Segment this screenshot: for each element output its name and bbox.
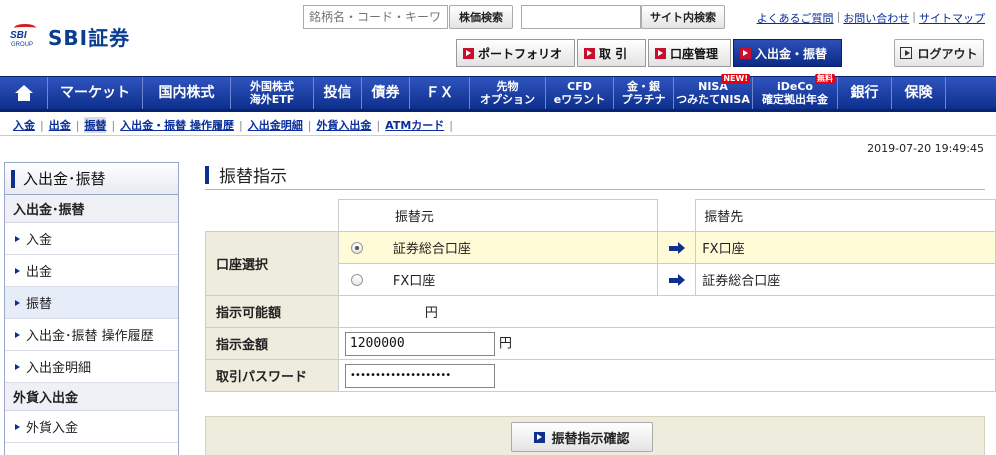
nav-bank[interactable]: 銀行 <box>838 77 892 109</box>
main-nav: マーケット 国内株式 外国株式 海外ETF 投信 債券 ＦＸ 先物 オプション CF… <box>0 74 996 112</box>
triangle-right-icon <box>15 423 20 430</box>
triangle-right-icon <box>15 267 20 274</box>
sidebar-item-transfer[interactable]: 振替 <box>5 287 178 319</box>
home-icon <box>14 85 33 101</box>
tab-trade[interactable]: 取 引 <box>577 39 646 67</box>
available-amount-unit: 円 <box>424 306 438 321</box>
password-label: 取引パスワード <box>205 359 339 392</box>
tab-account-management[interactable]: 口座管理 <box>648 39 731 67</box>
nav-ideco[interactable]: 無料 iDeCo 確定拠出年金 <box>753 74 838 109</box>
new-badge: NEW! <box>721 74 750 84</box>
arrow-right-icon <box>668 273 685 286</box>
subnav-transfer[interactable]: 振替 <box>84 117 107 133</box>
column-header-from: 振替元 <box>386 199 659 232</box>
nav-market[interactable]: マーケット <box>48 77 143 109</box>
arrow-right-icon <box>668 241 685 254</box>
tab-deposit-transfer[interactable]: 入出金・振替 <box>733 39 842 67</box>
arrow-box-icon <box>584 47 595 59</box>
arrow-box-icon <box>740 47 751 59</box>
sidebar-title: 入出金･振替 <box>5 163 178 195</box>
site-search-button[interactable]: サイト内検索 <box>641 5 725 29</box>
logout-button[interactable]: ログアウト <box>894 39 984 67</box>
free-badge: 無料 <box>815 74 835 84</box>
from-account-2: FX口座 <box>386 263 659 296</box>
subnav-statement[interactable]: 入出金明細 <box>248 117 303 133</box>
column-header-to: 振替先 <box>695 199 996 232</box>
nav-cfd[interactable]: CFD eワラント <box>546 77 614 109</box>
sidebar-item-deposit[interactable]: 入金 <box>5 223 178 255</box>
account-select-label: 口座選択 <box>205 231 339 296</box>
nav-futures-options[interactable]: 先物 オプション <box>470 77 546 109</box>
brand-name: SBI証券 <box>48 26 131 50</box>
arrow-box-icon <box>534 431 546 443</box>
triangle-right-icon <box>15 235 20 242</box>
tab-portfolio[interactable]: ポートフォリオ <box>456 39 575 67</box>
sidebar-item-foreign-deposit[interactable]: 外貨入金 <box>5 411 178 443</box>
nav-home[interactable] <box>0 77 48 109</box>
nav-domestic-stocks[interactable]: 国内株式 <box>143 77 231 109</box>
available-amount-label: 指示可能額 <box>205 295 339 328</box>
triangle-right-icon <box>15 331 20 338</box>
nav-funds[interactable]: 投信 <box>314 77 362 109</box>
triangle-right-icon <box>15 299 20 306</box>
page-title: 振替指示 <box>205 160 985 190</box>
to-account-1: FX口座 <box>695 231 996 264</box>
subnav-atm-card[interactable]: ATMカード <box>385 117 444 133</box>
timestamp: 2019-07-20 19:49:45 <box>867 142 984 155</box>
from-account-1: 証券総合口座 <box>386 231 659 264</box>
radio-button[interactable] <box>350 241 363 254</box>
amount-label: 指示金額 <box>205 327 339 360</box>
to-account-2: 証券総合口座 <box>695 263 996 296</box>
confirm-area: 振替指示確認 <box>205 416 985 455</box>
site-search-input[interactable] <box>521 5 641 29</box>
nav-bonds[interactable]: 債券 <box>362 77 410 109</box>
password-input[interactable]: •••••••••••••••••••• <box>344 363 495 388</box>
stock-search-input[interactable] <box>303 5 448 29</box>
stock-search-button[interactable]: 株価検索 <box>449 5 513 29</box>
nav-precious-metals[interactable]: 金・銀 プラチナ <box>614 77 674 109</box>
amount-unit: 円 <box>499 336 513 351</box>
radio-from-fx[interactable] <box>337 263 387 296</box>
sidebar-section-foreign-currency: 外貨入出金 <box>5 383 178 411</box>
contact-link[interactable]: お問い合わせ <box>843 10 909 26</box>
nav-fx[interactable]: ＦＸ <box>410 77 470 109</box>
nav-foreign-stocks[interactable]: 外国株式 海外ETF <box>231 77 314 109</box>
sbi-group-mark: SBI GROUP <box>8 23 42 50</box>
radio-button[interactable] <box>350 273 363 286</box>
faq-link[interactable]: よくあるご質問 <box>757 10 834 26</box>
subnav-foreign-currency[interactable]: 外貨入出金 <box>316 117 371 133</box>
sub-nav: 入金 | 出金 | 振替 | 入出金・振替 操作履歴 | 入出金明細 | 外貨入出金 | A… <box>0 115 996 136</box>
arrow-box-icon <box>655 47 666 59</box>
subnav-deposit[interactable]: 入金 <box>13 117 35 133</box>
radio-from-securities[interactable] <box>337 231 387 264</box>
top-links: よくあるご質問 | お問い合わせ | サイトマップ <box>756 10 985 26</box>
arrow-box-icon <box>463 47 474 59</box>
sbi-logo[interactable]: SBI GROUP SBI証券 <box>8 22 130 51</box>
confirm-transfer-button[interactable]: 振替指示確認 <box>511 422 653 452</box>
subnav-withdraw[interactable]: 出金 <box>49 117 71 133</box>
logout-icon <box>900 47 913 59</box>
sidebar-item-history[interactable]: 入出金･振替 操作履歴 <box>5 319 178 351</box>
transfer-form-table: 振替元 振替先 口座選択 証券総合口座 FX口座 FX口座 証券総合口座 指示可… <box>205 199 996 392</box>
sidebar-item-withdraw[interactable]: 出金 <box>5 255 178 287</box>
sidebar: 入出金･振替 入出金･振替 入金 出金 振替 入出金･振替 操作履歴 入出金明細… <box>4 162 179 455</box>
sidebar-item-statement[interactable]: 入出金明細 <box>5 351 178 383</box>
amount-input[interactable]: 1200000 <box>344 331 495 356</box>
sidebar-section-deposit-transfer: 入出金･振替 <box>5 195 178 223</box>
subnav-history[interactable]: 入出金・振替 操作履歴 <box>120 117 234 133</box>
nav-nisa[interactable]: NEW! NISA つみたてNISA <box>674 74 753 109</box>
sitemap-link[interactable]: サイトマップ <box>919 10 985 26</box>
nav-insurance[interactable]: 保険 <box>892 77 946 109</box>
triangle-right-icon <box>15 363 20 370</box>
